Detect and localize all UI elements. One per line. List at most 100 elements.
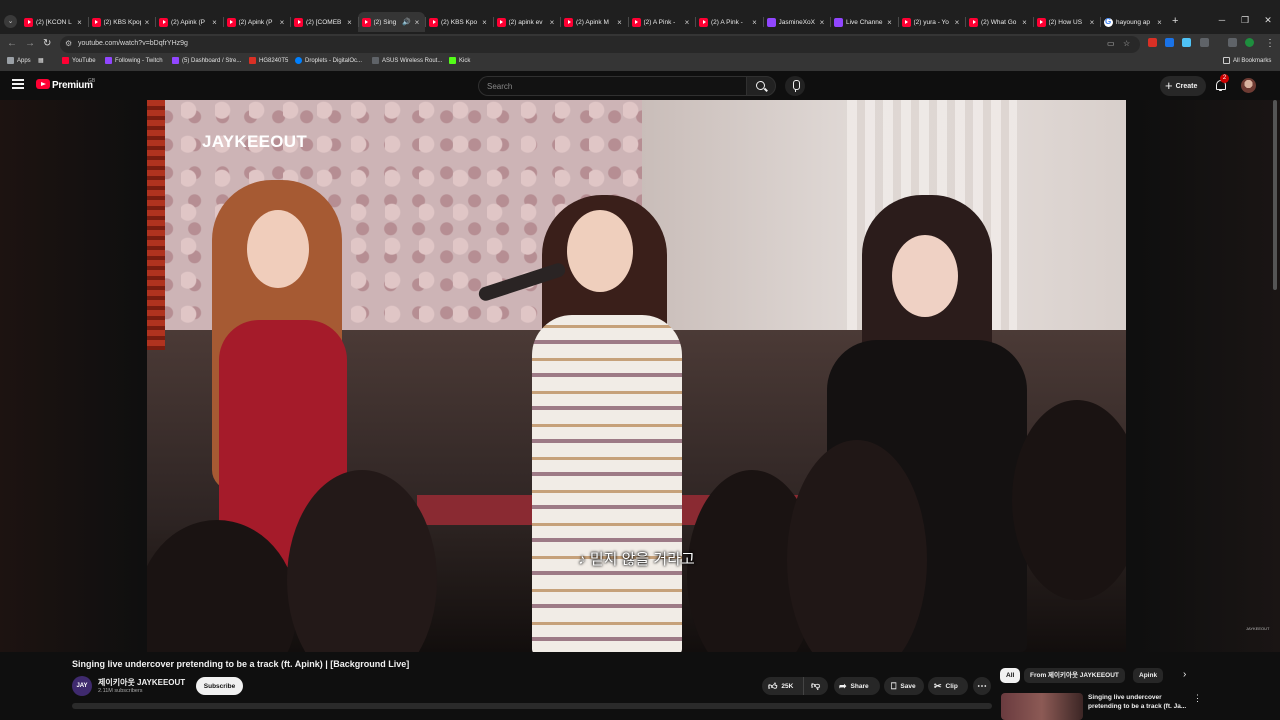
subscribe-button[interactable]: Subscribe [196, 677, 243, 695]
recommendation-menu-icon[interactable]: ⋮ [1193, 693, 1202, 704]
dislike-button[interactable]: 👎︎ [804, 677, 828, 695]
bookmark-dashboard[interactable]: (5) Dashboard / Stre... [172, 57, 241, 64]
bookmark-kick[interactable]: Kick [449, 57, 470, 64]
chip-apink[interactable]: Apink [1133, 668, 1164, 683]
tab-close-icon[interactable]: × [211, 18, 219, 27]
tab-close-icon[interactable]: × [346, 18, 354, 27]
browser-tab[interactable]: (2) Apink M × [560, 12, 628, 32]
share-button[interactable]: ➦ Share [834, 677, 880, 695]
bookmark-following-twitch[interactable]: Following - Twitch [105, 57, 163, 64]
tab-close-icon[interactable]: × [1021, 18, 1029, 27]
tab-close-icon[interactable]: × [76, 18, 84, 27]
create-button[interactable]: + Create [1160, 76, 1206, 96]
tab-title: (2) Sing [373, 18, 397, 26]
page-scrollbar[interactable] [1273, 100, 1277, 290]
minimize-icon[interactable]: ─ [1212, 15, 1232, 25]
logo-text[interactable]: Premium [52, 80, 93, 91]
voice-search-button[interactable] [785, 76, 805, 96]
browser-tab[interactable]: (2) Apink (P × [222, 12, 291, 32]
google-favicon-icon [1104, 17, 1113, 27]
chip-all[interactable]: All [1000, 668, 1021, 683]
tab-close-icon[interactable]: × [548, 18, 556, 27]
back-icon[interactable]: ← [7, 38, 17, 49]
tab-close-icon[interactable]: × [143, 18, 151, 27]
media-control-icon[interactable] [1228, 38, 1237, 47]
search-input[interactable] [478, 76, 746, 96]
apps-grid-icon [7, 57, 14, 64]
recommendation-title[interactable]: Singing live undercover pretending to be… [1088, 693, 1188, 711]
profile-icon[interactable] [1245, 38, 1254, 47]
extension-icon[interactable] [1165, 38, 1174, 47]
bookmark-asus[interactable]: ASUS Wireless Rout... [372, 57, 442, 64]
bookmark-router[interactable]: HG8240T5 [249, 57, 288, 64]
browser-tab[interactable]: (2) KBS Kpo × [425, 12, 493, 32]
forward-icon[interactable]: → [25, 38, 35, 49]
more-actions-button[interactable]: ⋯ [973, 677, 991, 695]
browser-tab[interactable]: (2) A Pink - × [695, 12, 763, 32]
reload-icon[interactable]: ↻ [43, 38, 51, 49]
account-avatar[interactable] [1241, 78, 1256, 93]
tab-close-icon[interactable]: × [953, 18, 961, 27]
cast-icon[interactable]: ▭ [1107, 39, 1115, 48]
tab-groups-icon[interactable]: ▦ [38, 57, 44, 64]
tab-close-icon[interactable]: × [683, 18, 691, 27]
recommendation-thumbnail[interactable] [1001, 693, 1083, 720]
bookmark-digitalocean[interactable]: Droplets - DigitalOc... [295, 57, 362, 64]
tab-close-icon[interactable]: × [1156, 18, 1164, 27]
url-text[interactable]: youtube.com/watch?v=bDqfrYHz9g [78, 40, 188, 47]
bookmark-apps[interactable]: Apps [7, 57, 31, 64]
clip-button[interactable]: ✂ Clip [928, 677, 968, 695]
browser-tab[interactable]: (2) A Pink - × [627, 12, 696, 32]
tab-close-icon[interactable]: × [1088, 18, 1096, 27]
extension-icon[interactable] [1148, 38, 1157, 47]
description-box[interactable] [72, 703, 992, 709]
all-bookmarks[interactable]: All Bookmarks [1223, 57, 1271, 64]
address-bar[interactable]: ⚙ youtube.com/watch?v=bDqfrYHz9g ▭ ☆ [60, 36, 1140, 53]
tab-title: (2) KBS Kpop [103, 18, 142, 26]
browser-tab[interactable]: (2) apink ev × [492, 12, 561, 32]
browser-tab[interactable]: JasmineXoX × [762, 12, 831, 32]
browser-tab[interactable]: hayoung ap × [1100, 12, 1168, 32]
like-button[interactable]: 👍︎ 25K [762, 677, 804, 695]
browser-tab[interactable]: (2) Sing 🔊 × [357, 12, 425, 32]
channel-avatar[interactable]: JAY [72, 676, 92, 696]
browser-tab[interactable]: (2) yura - Yo × [897, 12, 966, 32]
save-button[interactable]: ⎕ Save [884, 677, 924, 695]
browser-tab[interactable]: (2) How US × [1032, 12, 1101, 32]
tab-close-icon[interactable]: × [278, 18, 286, 27]
youtube-logo-icon[interactable] [36, 79, 50, 89]
video-player[interactable]: JAYKEEOUT ♪ 믿지 않을 거라고 [147, 100, 1126, 652]
channel-name[interactable]: 제이키아웃 JAYKEEOUT [98, 677, 185, 688]
tab-close-icon[interactable]: × [886, 18, 894, 27]
tab-close-icon[interactable]: × [481, 18, 489, 27]
restore-icon[interactable]: ❐ [1235, 15, 1255, 26]
close-window-icon[interactable]: ✕ [1258, 15, 1278, 26]
chip-from-channel[interactable]: From 제이키아웃 JAYKEEOUT [1024, 668, 1125, 683]
browser-tab[interactable]: (2) [COMEB × [290, 12, 358, 32]
hamburger-menu-icon[interactable] [12, 79, 24, 89]
browser-tab[interactable]: Live Channe × [830, 12, 898, 32]
bookmark-youtube[interactable]: YouTube [62, 57, 96, 64]
bookmark-star-icon[interactable]: ☆ [1123, 39, 1130, 48]
tab-close-icon[interactable]: × [818, 18, 826, 27]
browser-menu-icon[interactable]: ⋮ [1265, 38, 1275, 49]
channel-watermark: JAYKEEOUT [202, 132, 308, 151]
tab-close-icon[interactable]: × [413, 18, 421, 27]
search-button[interactable] [746, 76, 776, 96]
youtube-favicon-icon [901, 17, 911, 27]
site-info-icon[interactable]: ⚙ [65, 39, 72, 48]
browser-tab[interactable]: (2) What Go × [965, 12, 1033, 32]
new-tab-button[interactable]: + [1172, 15, 1178, 27]
tab-audio-icon[interactable]: 🔊 [402, 18, 411, 26]
tab-search-icon[interactable]: ⌄ [4, 15, 17, 28]
extensions-puzzle-icon[interactable] [1200, 38, 1209, 47]
chevron-right-icon[interactable]: › [1183, 669, 1186, 680]
extension-icon[interactable] [1182, 38, 1191, 47]
performer-center-face [567, 210, 633, 292]
browser-tab[interactable]: (2) KBS Kpop × [87, 12, 156, 32]
browser-tab[interactable]: (2) [KCON L × [20, 12, 88, 32]
tab-close-icon[interactable]: × [751, 18, 759, 27]
browser-tab[interactable]: (2) Apink (P × [155, 12, 223, 32]
region-code: GB [88, 78, 96, 84]
tab-close-icon[interactable]: × [616, 18, 624, 27]
